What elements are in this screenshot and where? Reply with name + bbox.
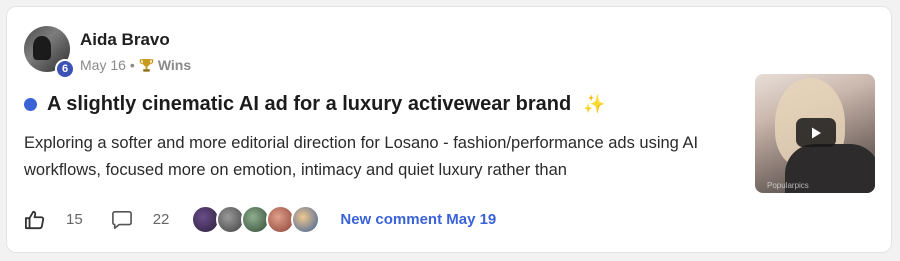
post-date: May 16: [80, 57, 126, 73]
post-title[interactable]: A slightly cinematic AI ad for a luxury …: [47, 93, 571, 116]
comment-count: 22: [152, 211, 170, 228]
level-badge: 6: [55, 59, 75, 79]
post-footer: 15 22 New comment May 19: [24, 205, 496, 234]
commenter-avatars[interactable]: [191, 205, 321, 234]
video-thumbnail[interactable]: Popularpics: [755, 74, 875, 193]
post-title-row[interactable]: A slightly cinematic AI ad for a luxury …: [24, 93, 606, 116]
comment-icon: [111, 210, 132, 229]
post-category[interactable]: Wins: [158, 57, 191, 73]
play-button[interactable]: [796, 118, 836, 147]
post-card[interactable]: 6 Aida Bravo May 16 • Wins A slightly ci…: [6, 6, 892, 253]
like-count: 15: [66, 211, 83, 228]
post-meta: May 16 • Wins: [80, 57, 191, 73]
trophy-icon: [139, 58, 154, 73]
thumbnail-watermark: Popularpics: [767, 181, 809, 190]
meta-separator: •: [129, 57, 135, 73]
play-icon: [812, 127, 821, 138]
unread-dot: [24, 98, 37, 111]
author-avatar-wrapper[interactable]: 6: [24, 26, 75, 79]
post-excerpt[interactable]: Exploring a softer and more editorial di…: [24, 130, 744, 184]
author-name[interactable]: Aida Bravo: [80, 30, 170, 50]
thumbs-up-icon: [24, 210, 45, 229]
comment-button[interactable]: 22: [111, 210, 170, 230]
new-comment-link[interactable]: New comment May 19: [340, 211, 496, 228]
commenter-avatar[interactable]: [291, 205, 321, 234]
like-button[interactable]: 15: [24, 210, 83, 230]
sparkles-icon: ✨: [583, 94, 606, 114]
